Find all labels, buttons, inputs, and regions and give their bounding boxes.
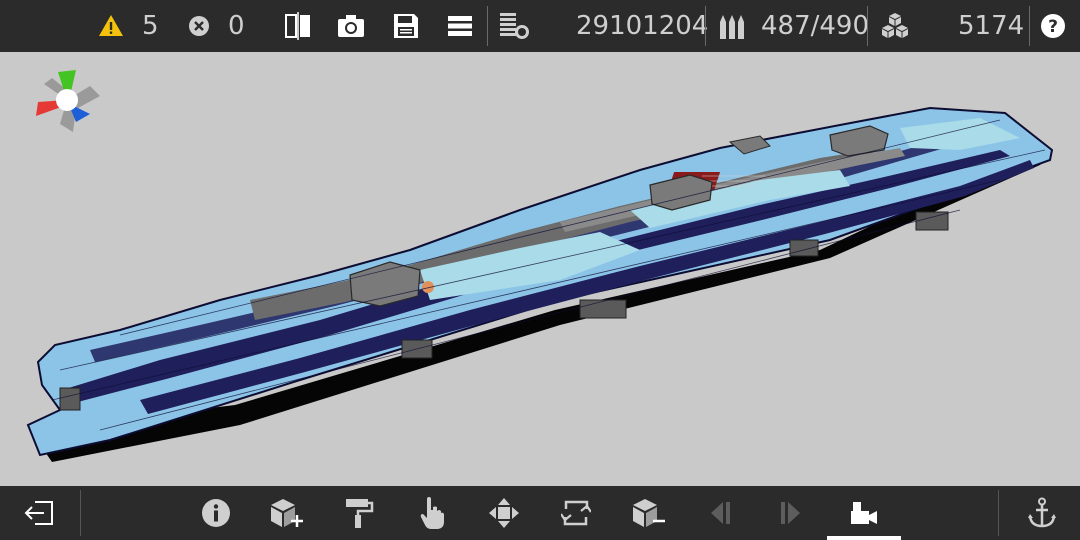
stats-icon[interactable]	[499, 0, 533, 52]
warning-icon[interactable]	[98, 0, 126, 52]
help-icon[interactable]: ?	[1040, 0, 1068, 52]
camera-mode-icon[interactable]	[838, 486, 890, 540]
warnings-count: 5	[142, 11, 159, 41]
blocks-icon[interactable]	[880, 0, 912, 52]
error-icon[interactable]	[188, 0, 214, 52]
blocks-value: 5174	[958, 11, 1025, 41]
anchor-icon[interactable]	[1016, 486, 1068, 540]
exit-icon[interactable]	[14, 486, 66, 540]
bottom-toolbar	[0, 486, 1080, 540]
svg-text:?: ?	[1048, 17, 1058, 37]
rotate-icon[interactable]	[550, 486, 602, 540]
mirror-icon[interactable]	[284, 0, 314, 52]
hand-pointer-icon[interactable]	[406, 486, 458, 540]
save-icon[interactable]	[393, 0, 421, 52]
toolbar-separator	[80, 490, 81, 536]
errors-count: 0	[228, 11, 245, 41]
previous-icon[interactable]	[694, 486, 746, 540]
toolbar-separator	[1029, 6, 1030, 46]
ammo-value: 487/490	[761, 11, 870, 41]
next-icon[interactable]	[765, 486, 817, 540]
toolbar-separator	[487, 6, 488, 46]
menu-icon[interactable]	[447, 0, 475, 52]
ship-model	[26, 70, 1054, 462]
ammo-icon[interactable]	[718, 0, 750, 52]
camera-icon[interactable]	[337, 0, 367, 52]
move-icon[interactable]	[478, 486, 530, 540]
add-block-icon[interactable]	[260, 486, 312, 540]
remove-block-icon[interactable]	[622, 486, 674, 540]
cost-value: 29101204	[576, 11, 709, 41]
active-tool-indicator	[827, 536, 901, 540]
toolbar-separator	[998, 490, 999, 536]
paint-roller-icon[interactable]	[333, 486, 385, 540]
toolbar-separator	[867, 6, 868, 46]
info-icon[interactable]	[190, 486, 242, 540]
axis-gizmo-icon[interactable]	[36, 70, 100, 132]
3d-viewport[interactable]	[0, 52, 1080, 486]
toolbar-separator	[705, 6, 706, 46]
top-toolbar: 5 0 29101204 487/490 5174 ?	[0, 0, 1080, 52]
